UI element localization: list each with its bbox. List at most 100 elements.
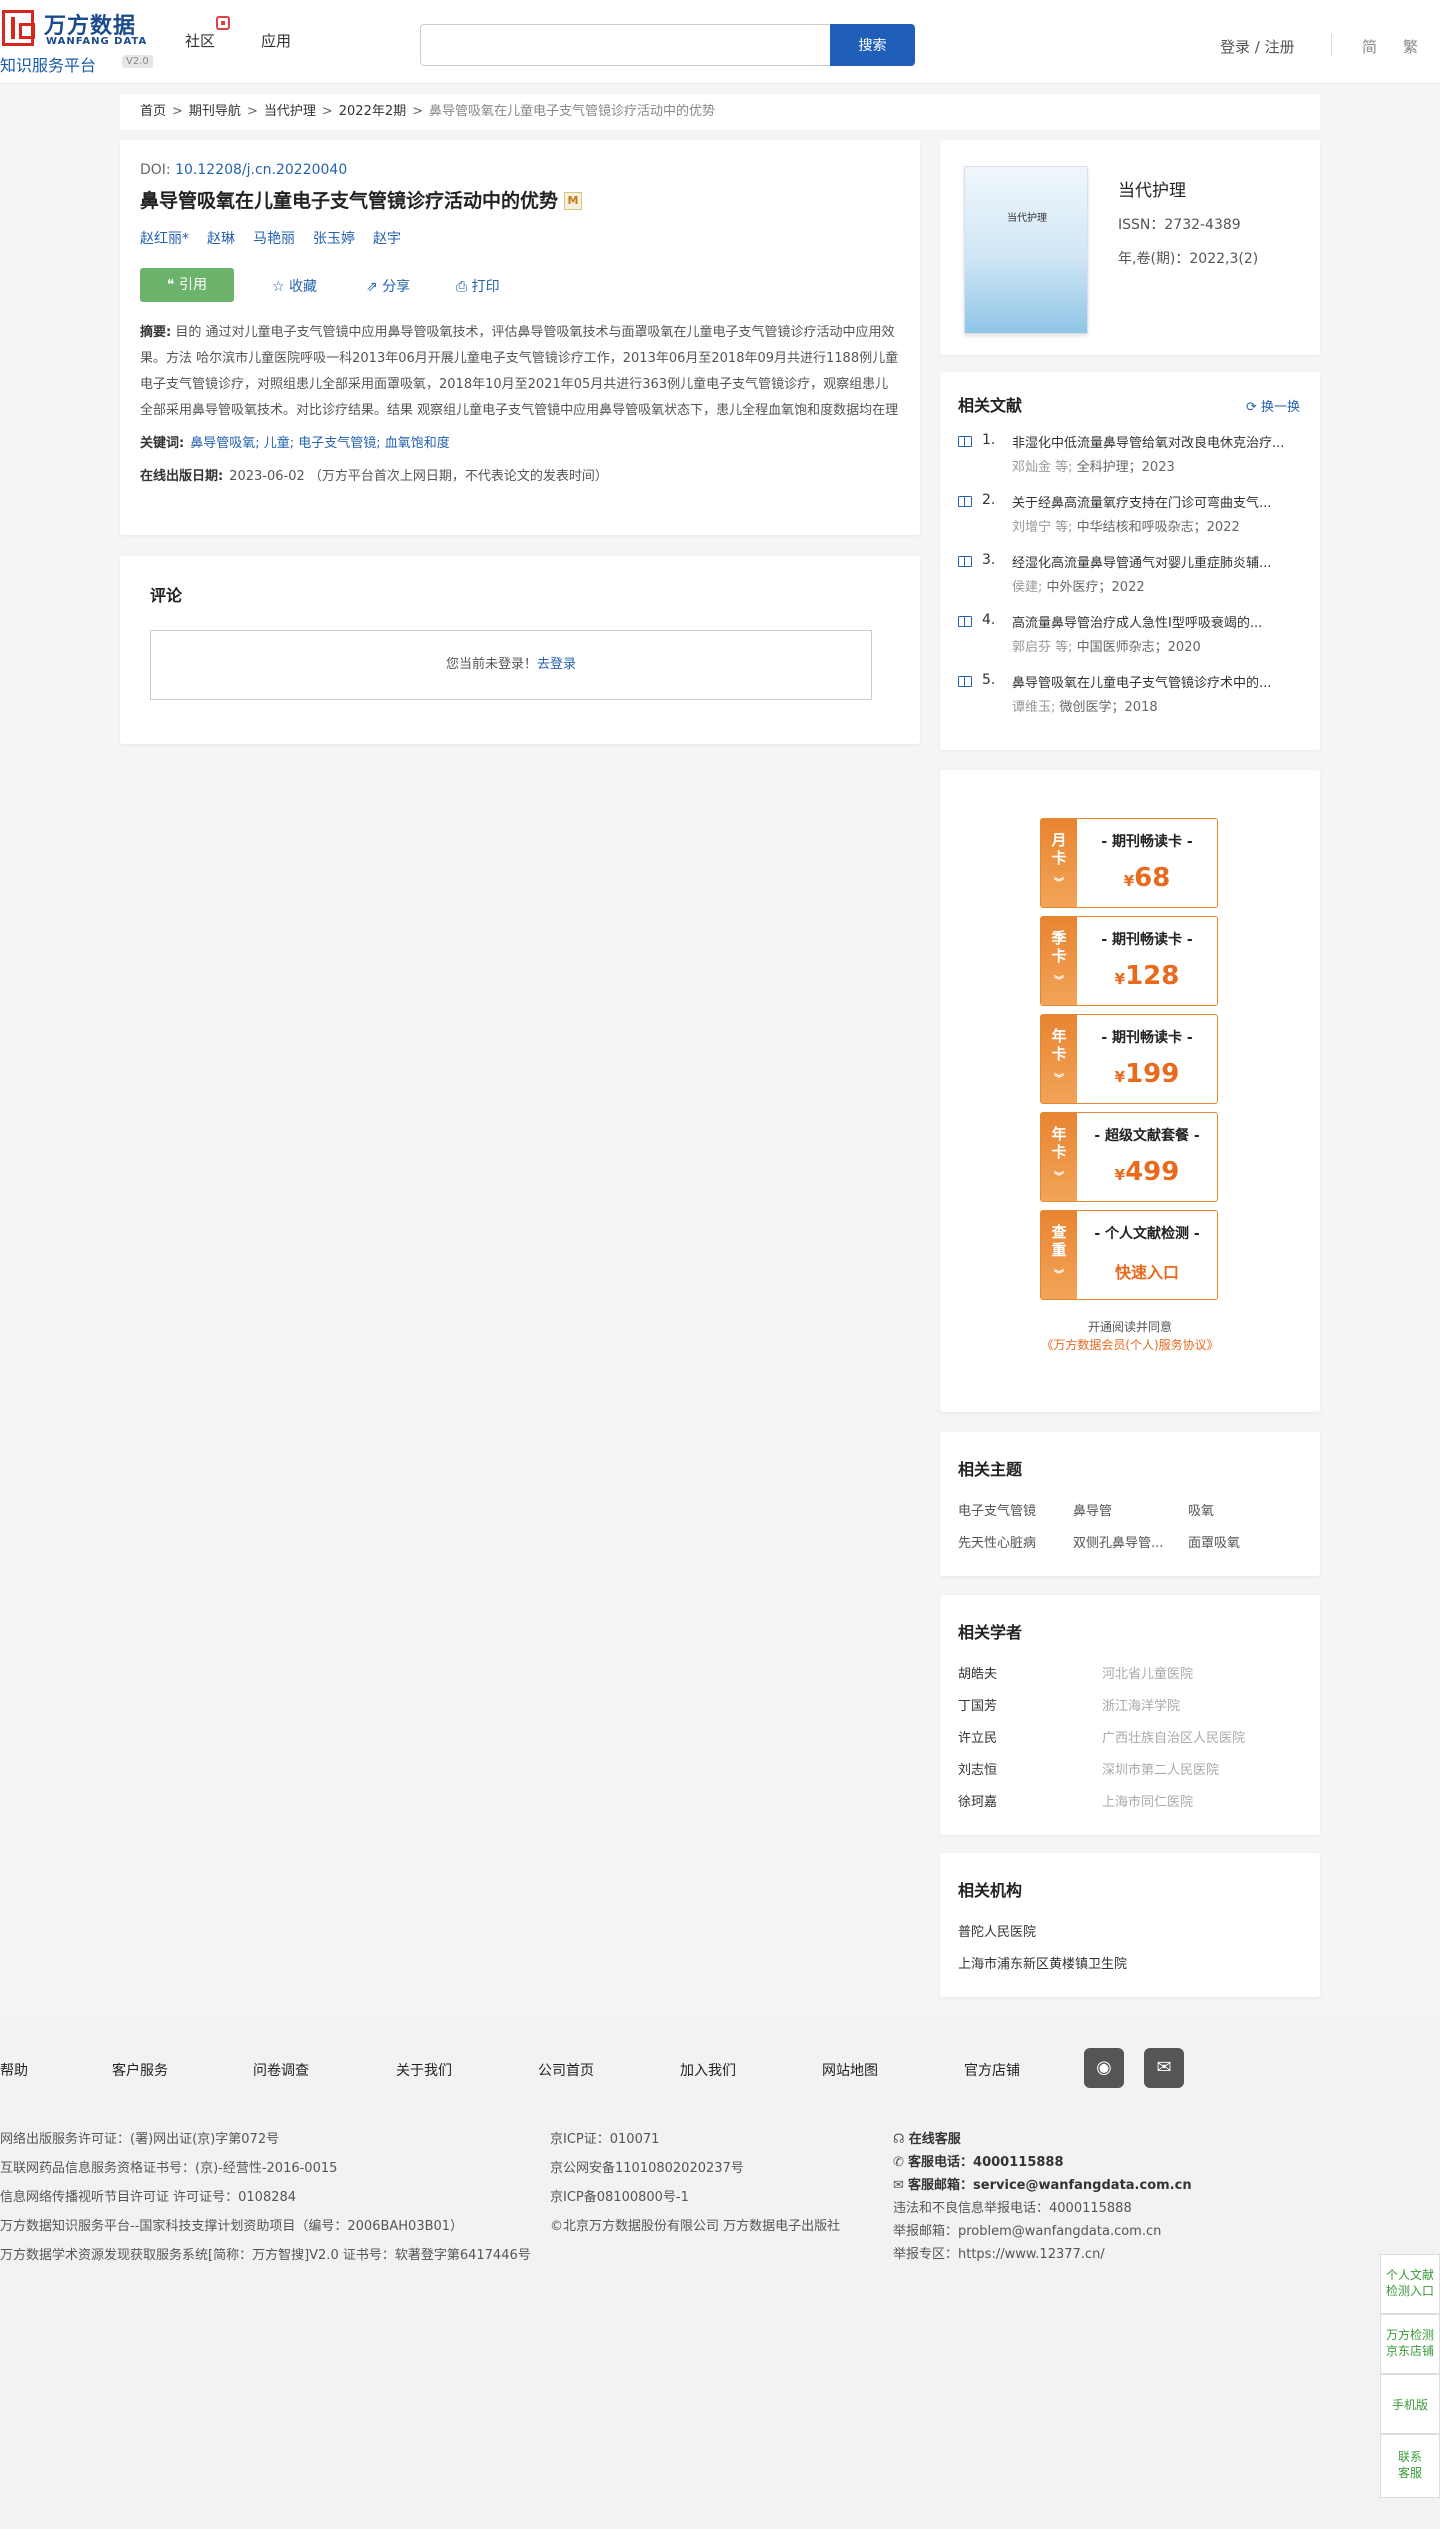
- scholar-name[interactable]: 许立民: [958, 1727, 997, 1746]
- annual-card[interactable]: 年卡 ︾ - 期刊畅读卡 - ¥199: [1040, 1014, 1218, 1104]
- list-item[interactable]: 3. 经湿化高流量鼻导管通气对婴儿重症肺炎辅... 侯建; 中外医疗；2022: [958, 552, 1302, 612]
- search-input[interactable]: [420, 24, 830, 66]
- article-title-text: 鼻导管吸氧在儿童电子支气管镜诊疗活动中的优势: [140, 190, 559, 212]
- search-button[interactable]: 搜索: [830, 24, 915, 66]
- footer-nav-survey[interactable]: 问卷调查: [253, 2060, 309, 2080]
- icp-line[interactable]: 京ICP备08100800号-1: [550, 2186, 689, 2205]
- float-mobile[interactable]: 手机版: [1380, 2374, 1440, 2434]
- topic-link[interactable]: 鼻导管: [1073, 1500, 1112, 1519]
- lang-simplified[interactable]: 简: [1362, 36, 1377, 57]
- double-chevron-icon: ︾: [1054, 878, 1064, 889]
- icp-line[interactable]: 京公网安备11010802020237号: [550, 2157, 744, 2176]
- plagiarism-check-card[interactable]: 查重 ︾ - 个人文献检测 - 快速入口: [1040, 1210, 1218, 1300]
- item-title[interactable]: 高流量鼻导管治疗成人急性Ⅰ型呼吸衰竭的...: [1012, 612, 1302, 631]
- topic-link[interactable]: 面罩吸氧: [1188, 1532, 1240, 1551]
- author-link[interactable]: 马艳丽: [253, 231, 295, 247]
- list-item[interactable]: 1. 非湿化中低流量鼻导管给氧对改良电休克治疗... 邓灿金 等; 全科护理；202…: [958, 432, 1302, 492]
- swap-button[interactable]: ⟳ 换一换: [1246, 396, 1300, 415]
- footer-nav-customer-service[interactable]: 客户服务: [112, 2060, 168, 2080]
- footer-nav-sitemap[interactable]: 网站地图: [822, 2060, 878, 2080]
- share-button[interactable]: ⇗ 分享: [366, 276, 410, 296]
- icp-line[interactable]: 京ICP证：010071: [550, 2128, 659, 2147]
- author-link[interactable]: 赵宇: [373, 231, 401, 247]
- float-personal-check[interactable]: 个人文献 检测入口: [1380, 2254, 1440, 2314]
- topics-title: 相关主题: [958, 1460, 1023, 1479]
- topic-link[interactable]: 吸氧: [1188, 1500, 1214, 1519]
- wechat-icon[interactable]: ✉: [1144, 2048, 1184, 2088]
- item-meta: 侯建; 中外医疗；2022: [1012, 576, 1145, 595]
- breadcrumb-journal-nav[interactable]: 期刊导航: [189, 104, 241, 119]
- list-item[interactable]: 4. 高流量鼻导管治疗成人急性Ⅰ型呼吸衰竭的... 郭启芬 等; 中国医师杂志；20…: [958, 612, 1302, 672]
- list-item[interactable]: 2. 关于经鼻高流量氧疗支持在门诊可弯曲支气... 刘增宁 等; 中华结核和呼吸杂志…: [958, 492, 1302, 552]
- scholar-org: 河北省儿童医院: [1102, 1667, 1194, 1682]
- author-link[interactable]: 赵琳: [207, 231, 235, 247]
- breadcrumb-issue[interactable]: 2022年2期: [339, 104, 406, 119]
- collect-label: 收藏: [289, 279, 318, 295]
- abstract: 摘要: 目的 通过对儿童电子支气管镜中应用鼻导管吸氧技术，评估鼻导管吸氧技术与面…: [140, 320, 900, 424]
- scholar-name[interactable]: 丁国芳: [958, 1695, 997, 1714]
- footer-nav-store[interactable]: 官方店铺: [964, 2060, 1020, 2080]
- footer-nav-company[interactable]: 公司首页: [538, 2060, 594, 2080]
- item-title[interactable]: 关于经鼻高流量氧疗支持在门诊可弯曲支气...: [1012, 492, 1302, 511]
- journal-name[interactable]: 当代护理: [1118, 176, 1186, 201]
- service-phone: ✆ 客服电话：4000115888: [893, 2155, 1064, 2170]
- double-chevron-icon: ︾: [1054, 1270, 1064, 1281]
- topic-link[interactable]: 双侧孔鼻导管...: [1073, 1532, 1163, 1551]
- swap-label: 换一换: [1260, 400, 1300, 415]
- topic-link[interactable]: 电子支气管镜: [958, 1500, 1036, 1519]
- footer-nav-help[interactable]: 帮助: [0, 2060, 28, 2080]
- share-icon: ⇗: [366, 279, 383, 295]
- item-source: 微创医学；2018: [1059, 700, 1158, 715]
- print-button[interactable]: ⎙ 打印: [456, 276, 500, 296]
- doi-link[interactable]: 10.12208/j.cn.20220040: [175, 162, 347, 178]
- breadcrumb-home[interactable]: 首页: [140, 104, 166, 119]
- org-link[interactable]: 上海市浦东新区黄楼镇卫生院: [958, 1953, 1127, 1972]
- report-site[interactable]: 举报专区：https://www.12377.cn/: [893, 2243, 1105, 2262]
- cite-button[interactable]: ❝ 引用: [140, 268, 234, 302]
- copyright-line: ©北京万方数据股份有限公司 万方数据电子出版社: [550, 2219, 841, 2234]
- refresh-icon: ⟳: [1245, 400, 1261, 415]
- keywords-links[interactable]: 鼻导管吸氧; 儿童; 电子支气管镜; 血氧饱和度: [190, 436, 450, 451]
- item-meta: 郭启芬 等; 中国医师杂志；2020: [1012, 636, 1201, 655]
- topic-link[interactable]: 先天性心脏病: [958, 1532, 1036, 1551]
- item-source: 中国医师杂志；2020: [1076, 640, 1201, 655]
- breadcrumb-journal[interactable]: 当代护理: [264, 104, 316, 119]
- list-item[interactable]: 5. 鼻导管吸氧在儿童电子支气管镜诊疗术中的... 谭维玉; 微创医学；2018: [958, 672, 1302, 732]
- footer-nav-about[interactable]: 关于我们: [396, 2060, 452, 2080]
- author-link[interactable]: 赵红丽*: [140, 231, 189, 247]
- book-icon: [958, 676, 972, 687]
- scholars-title: 相关学者: [958, 1623, 1023, 1642]
- author-link[interactable]: 张玉婷: [313, 231, 355, 247]
- login-register-link[interactable]: 登录 / 注册: [1220, 36, 1295, 57]
- footer-nav-join[interactable]: 加入我们: [680, 2060, 736, 2080]
- lang-traditional[interactable]: 繁: [1403, 36, 1418, 57]
- item-title[interactable]: 非湿化中低流量鼻导管给氧对改良电休克治疗...: [1012, 432, 1302, 451]
- nav-community[interactable]: 社区: [185, 30, 215, 51]
- scholar-name[interactable]: 刘志恒: [958, 1759, 997, 1778]
- breadcrumb: 首页 > 期刊导航 > 当代护理 >2022年2期 > 鼻导管吸氧在儿童电子支气管镜诊疗活动中…: [120, 94, 1320, 130]
- weibo-icon[interactable]: ◉: [1084, 2048, 1124, 2088]
- item-meta: 邓灿金 等; 全科护理；2023: [1012, 456, 1175, 475]
- breadcrumb-sep: >: [321, 104, 333, 119]
- org-link[interactable]: 普陀人民医院: [958, 1921, 1036, 1940]
- journal-year-volume: 年,卷(期)：2022,3(2): [1118, 251, 1259, 267]
- float-contact[interactable]: 联系 客服: [1380, 2434, 1440, 2498]
- wanfang-logo[interactable]: 万方数据 WANFANG DATA 知识服务平台 V2.0: [0, 6, 160, 75]
- quarterly-card[interactable]: 季卡 ︾ - 期刊畅读卡 - ¥128: [1040, 916, 1218, 1006]
- scholar-name[interactable]: 徐珂嘉: [958, 1791, 997, 1810]
- related-scholars-card: 相关学者 胡皓夫 河北省儿童医院 丁国芳 浙江海洋学院 许立民 广西壮族自治区人民医院…: [940, 1595, 1320, 1835]
- monthly-card[interactable]: 月卡 ︾ - 期刊畅读卡 - ¥68: [1040, 818, 1218, 908]
- item-title[interactable]: 经湿化高流量鼻导管通气对婴儿重症肺炎辅...: [1012, 552, 1302, 571]
- scholar-name[interactable]: 胡皓夫: [958, 1663, 997, 1682]
- service-agreement-link[interactable]: 《万方数据会员(个人)服务协议》: [940, 1336, 1320, 1353]
- online-service[interactable]: ☊ 在线客服: [893, 2128, 961, 2147]
- go-login-link[interactable]: 去登录: [537, 657, 576, 672]
- journal-cover[interactable]: 当代护理: [964, 166, 1088, 334]
- item-title[interactable]: 鼻导管吸氧在儿童电子支气管镜诊疗术中的...: [1012, 672, 1302, 691]
- abstract-label: 摘要:: [140, 325, 172, 340]
- float-jd-store[interactable]: 万方检测 京东店铺: [1380, 2314, 1440, 2374]
- nav-apps[interactable]: 应用: [261, 30, 291, 51]
- collect-button[interactable]: ☆ 收藏: [272, 276, 317, 296]
- super-package-card[interactable]: 年卡 ︾ - 超级文献套餐 - ¥499: [1040, 1112, 1218, 1202]
- quote-icon: ❝: [167, 277, 179, 293]
